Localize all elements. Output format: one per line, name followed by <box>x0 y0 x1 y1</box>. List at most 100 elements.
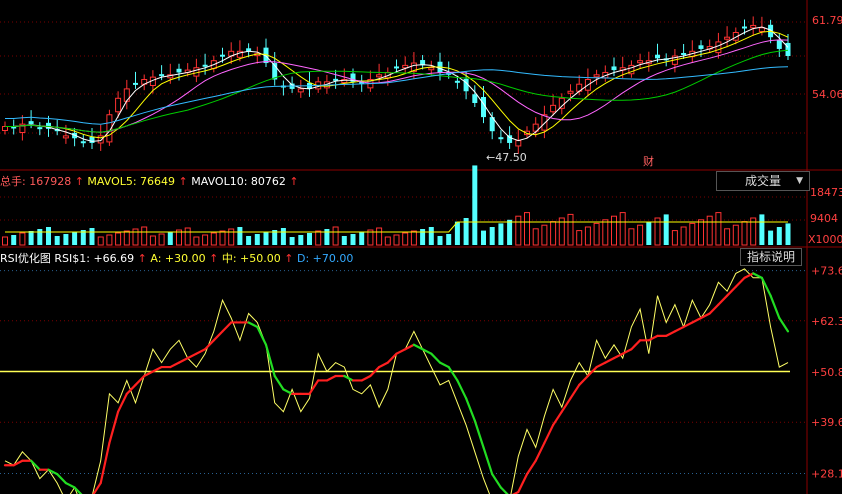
rsi-smooth-segment <box>30 459 41 471</box>
vol-total-label: 总手: 167928 <box>0 175 72 188</box>
volume-bar <box>210 232 217 246</box>
price-low-marker: ←47.50 <box>486 151 527 164</box>
volume-tick-label: 9404 <box>810 212 838 225</box>
rsi-smooth-segment <box>543 423 555 445</box>
volume-bar <box>141 226 148 246</box>
rsi-smooth-segment <box>630 339 642 351</box>
candle-body <box>394 66 399 69</box>
rsi-smooth-segment <box>430 352 442 364</box>
volume-bar <box>593 222 600 246</box>
volume-bar <box>263 232 269 245</box>
rsi-smooth-segment <box>491 473 502 489</box>
volume-bar <box>72 232 78 245</box>
rsi-fast-line <box>4 268 789 494</box>
rsi-smooth-segment <box>108 410 120 445</box>
rsi-smooth-segment <box>499 486 509 494</box>
volume-bar <box>628 228 635 246</box>
volume-bar <box>420 229 426 245</box>
volume-bar <box>307 233 312 245</box>
rsi-smooth-segment <box>273 374 285 391</box>
volume-tick-label: 18473 <box>810 186 842 199</box>
volume-bar <box>776 227 782 245</box>
volume-bar <box>541 224 548 246</box>
volume-bar <box>602 219 609 246</box>
ma-line-cyan <box>5 66 789 125</box>
candle-body <box>550 104 557 113</box>
rsi-smooth-segment <box>247 321 259 329</box>
event-marker: 财 <box>643 154 654 168</box>
candle-body <box>715 41 722 54</box>
rsi-smooth-segment <box>752 272 764 279</box>
volume-bar <box>11 235 17 245</box>
candle-body <box>567 90 574 94</box>
volume-header: 总手: 167928 ↑ MAVOL5: 76649 ↑ MAVOL10: 80… <box>0 175 299 188</box>
volume-bar <box>280 228 286 245</box>
candle-body <box>89 136 95 143</box>
volume-bar <box>158 233 165 246</box>
volume-bar <box>724 228 731 246</box>
rsi-smooth-segment <box>525 459 537 476</box>
volume-bar <box>524 212 530 246</box>
rsi-smooth-segment <box>534 441 546 462</box>
volume-bar <box>550 221 557 246</box>
candle-body <box>176 68 182 73</box>
rsi-smooth-segment <box>195 348 207 355</box>
candle-body <box>133 82 138 85</box>
rsi-smooth-segment <box>560 397 572 413</box>
volume-bar <box>132 228 139 246</box>
volume-bar <box>576 230 583 246</box>
rsi-smooth-segment <box>186 352 198 360</box>
volume-bar <box>663 214 669 245</box>
rsi-smooth-segment <box>325 374 337 382</box>
volume-bar <box>611 215 617 246</box>
rsi-title: RSI优化图 <box>0 252 51 265</box>
rsi-smooth-segment <box>769 294 781 320</box>
volume-bar <box>123 230 130 246</box>
candle-body <box>37 127 43 130</box>
candle-body <box>758 27 765 32</box>
volume-bar <box>341 236 347 245</box>
candle-body <box>115 97 122 113</box>
candle-body <box>80 141 86 144</box>
rsi-smooth-segment <box>378 361 389 369</box>
volume-bar <box>402 232 409 246</box>
volume-bar <box>768 230 774 245</box>
volume-bar <box>384 236 391 246</box>
volume-bar <box>698 219 704 246</box>
indicator-selector[interactable]: 成交量 ▼ <box>716 171 810 191</box>
rsi-tick-label: +28.15 <box>811 467 842 480</box>
volume-bar <box>219 230 226 246</box>
rsi-smooth-segment <box>717 294 729 306</box>
rsi-smooth-segment <box>56 473 68 485</box>
rsi-smooth-segment <box>360 374 372 382</box>
candle-body <box>159 74 165 77</box>
candle-body <box>376 74 383 78</box>
volume-bar <box>315 230 322 246</box>
volume-bar <box>584 226 591 246</box>
volume-bar <box>193 236 200 246</box>
volume-bar <box>350 234 356 245</box>
rsi-smooth-segment <box>395 348 407 355</box>
volume-bar <box>619 212 626 246</box>
indicator-help-button[interactable]: 指标说明 <box>740 248 802 266</box>
indicator-selector-label: 成交量 <box>744 174 781 188</box>
rsi-smooth-segment <box>734 276 746 288</box>
candle-body <box>742 26 747 29</box>
candle-body <box>498 137 504 140</box>
volume-bar <box>428 227 434 245</box>
rsi-smooth-segment <box>438 361 450 369</box>
candle-body <box>123 88 130 102</box>
volume-bar <box>489 227 495 245</box>
volume-bar <box>254 234 260 245</box>
volume-bar <box>359 232 365 245</box>
volume-bar <box>437 236 443 245</box>
volume-bar <box>507 219 513 245</box>
rsi-smooth-segment <box>256 325 268 346</box>
rsi-smooth-segment <box>778 316 790 333</box>
price-tick-label: 54.06 <box>812 88 842 101</box>
volume-bar <box>498 223 504 245</box>
candle-body <box>515 140 522 147</box>
rsi-smooth-segment <box>473 419 485 449</box>
candle-body <box>724 36 731 40</box>
candle-body <box>541 114 548 131</box>
